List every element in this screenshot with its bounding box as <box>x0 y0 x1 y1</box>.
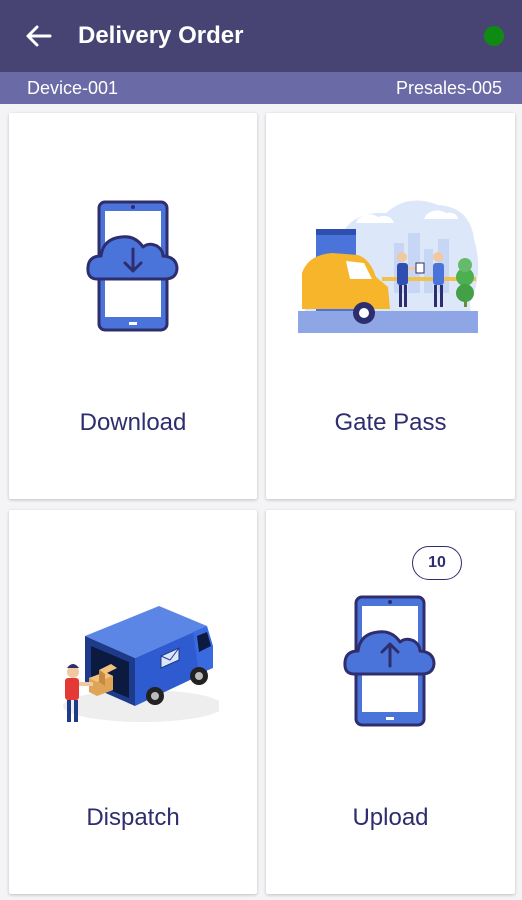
download-tile[interactable]: Download <box>9 113 257 499</box>
download-label: Download <box>79 409 187 436</box>
dispatch-tile[interactable]: Dispatch <box>9 510 257 894</box>
pending-upload-count-badge: 10 <box>412 546 462 580</box>
phone-cloud-download-icon <box>86 200 179 332</box>
app-bar: Delivery Order <box>0 0 522 72</box>
upload-tile[interactable]: 10 Upload <box>266 510 515 894</box>
info-bar: Device-001 Presales-005 <box>0 72 522 104</box>
phone-cloud-upload-icon <box>343 595 436 727</box>
presales-id-label: Presales-005 <box>395 77 502 98</box>
gate-pass-label: Gate Pass <box>334 409 447 436</box>
dispatch-label: Dispatch <box>86 804 180 831</box>
gate-pass-illustration <box>298 200 479 333</box>
device-id-label: Device-001 <box>27 77 119 98</box>
gate-pass-tile[interactable]: Gate Pass <box>266 113 515 499</box>
menu-grid: Download Gate Pass Dispatch 10 Upload <box>0 104 522 900</box>
page-title: Delivery Order <box>78 22 244 49</box>
delivery-van-illustration <box>63 606 219 722</box>
connection-status-indicator <box>484 26 504 46</box>
arrow-left-icon <box>26 25 52 47</box>
back-button[interactable] <box>14 0 64 72</box>
upload-label: Upload <box>352 804 429 831</box>
